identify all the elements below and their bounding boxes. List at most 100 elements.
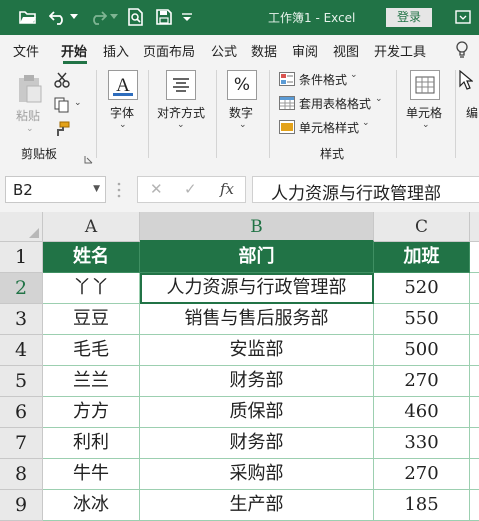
name-box[interactable]: B2 ▼ — [5, 176, 106, 203]
cell-b5[interactable]: 财务部 — [140, 366, 374, 397]
undo-icon[interactable] — [48, 6, 68, 28]
cell-d5[interactable] — [470, 366, 479, 397]
cell-d6[interactable] — [470, 397, 479, 428]
login-button[interactable]: 登录 — [386, 8, 432, 27]
table-format-dropdown-icon[interactable]: ⌄ — [375, 94, 383, 104]
row-header-2[interactable]: 2 — [0, 273, 43, 304]
row-header-6[interactable]: 6 — [0, 397, 43, 428]
column-header-c[interactable]: C — [374, 212, 470, 242]
cell-c2[interactable]: 520 — [374, 273, 470, 304]
cell-c6[interactable]: 460 — [374, 397, 470, 428]
cells-dropdown-icon[interactable]: ⌄ — [422, 120, 430, 130]
insert-function-icon[interactable]: fx — [220, 180, 234, 198]
lightbulb-icon[interactable] — [455, 41, 469, 63]
cell-a6[interactable]: 方方 — [43, 397, 140, 428]
formula-input[interactable]: 人力资源与行政管理部 — [252, 176, 479, 204]
table-format-icon[interactable] — [279, 95, 295, 114]
row-header-3[interactable]: 3 — [0, 304, 43, 335]
enter-icon[interactable]: ✓ — [184, 180, 197, 198]
cell-b2[interactable]: 人力资源与行政管理部 — [140, 273, 374, 304]
cell-a8[interactable]: 牛牛 — [43, 459, 140, 490]
paste-icon[interactable] — [17, 74, 43, 108]
select-all-button[interactable] — [0, 212, 43, 242]
paste-dropdown-icon[interactable]: ⌄ — [26, 124, 34, 134]
cell-d2[interactable] — [470, 273, 479, 304]
cell-b3[interactable]: 销售与售后服务部 — [140, 304, 374, 335]
conditional-format-dropdown-icon[interactable]: ⌄ — [350, 70, 358, 80]
tab-home[interactable]: 开始 — [61, 41, 87, 60]
conditional-format-button[interactable]: 条件格式 — [299, 71, 347, 88]
cell-styles-icon[interactable] — [279, 119, 295, 138]
tab-formulas[interactable]: 公式 — [211, 41, 237, 60]
format-painter-icon[interactable] — [54, 121, 70, 141]
cell-styles-dropdown-icon[interactable]: ⌄ — [362, 118, 370, 128]
tab-page-layout[interactable]: 页面布局 — [143, 41, 195, 60]
name-box-dropdown-icon[interactable]: ▼ — [93, 184, 100, 194]
cell-a1[interactable]: 姓名 — [43, 242, 140, 273]
cell-d8[interactable] — [470, 459, 479, 490]
number-label[interactable]: 数字 — [229, 104, 253, 121]
conditional-format-icon[interactable] — [279, 71, 295, 90]
tab-data[interactable]: 数据 — [251, 41, 277, 60]
cell-b8[interactable]: 采购部 — [140, 459, 374, 490]
cell-a7[interactable]: 利利 — [43, 428, 140, 459]
row-header-8[interactable]: 8 — [0, 459, 43, 490]
cell-c9[interactable]: 185 — [374, 490, 470, 521]
cut-icon[interactable] — [54, 72, 70, 92]
alignment-label[interactable]: 对齐方式 — [157, 104, 205, 121]
print-preview-icon[interactable] — [125, 6, 147, 28]
cell-styles-button[interactable]: 单元格样式 — [299, 119, 359, 136]
cell-c1[interactable]: 加班 — [374, 242, 470, 273]
cell-c3[interactable]: 550 — [374, 304, 470, 335]
customize-dropdown-icon[interactable] — [180, 6, 194, 28]
cancel-icon[interactable]: ✕ — [150, 180, 163, 198]
cell-b6[interactable]: 质保部 — [140, 397, 374, 428]
cells-label[interactable]: 单元格 — [406, 104, 442, 121]
column-header-b[interactable]: B — [140, 212, 374, 242]
cell-d4[interactable] — [470, 335, 479, 366]
number-dropdown-icon[interactable]: ⌄ — [239, 120, 247, 130]
row-header-9[interactable]: 9 — [0, 490, 43, 521]
save-icon[interactable] — [153, 6, 175, 28]
cell-c7[interactable]: 330 — [374, 428, 470, 459]
redo-dropdown-icon[interactable] — [109, 6, 119, 28]
column-header-a[interactable]: A — [43, 212, 140, 242]
cell-a2[interactable]: 丫丫 — [43, 273, 140, 304]
tab-view[interactable]: 视图 — [333, 41, 359, 60]
tab-developer[interactable]: 开发工具 — [374, 41, 426, 60]
copy-dropdown-icon[interactable]: ⌄ — [74, 98, 82, 108]
alignment-icon[interactable] — [166, 70, 196, 100]
copy-icon[interactable] — [54, 97, 70, 117]
column-header-d[interactable] — [470, 212, 479, 242]
cell-b7[interactable]: 财务部 — [140, 428, 374, 459]
cell-b1[interactable]: 部门 — [140, 242, 374, 273]
cells-icon[interactable] — [410, 70, 440, 100]
cell-b4[interactable]: 安监部 — [140, 335, 374, 366]
font-dropdown-icon[interactable]: ⌄ — [119, 120, 127, 130]
tab-review[interactable]: 审阅 — [292, 41, 318, 60]
row-header-1[interactable]: 1 — [0, 242, 43, 273]
cell-d3[interactable] — [470, 304, 479, 335]
tab-insert[interactable]: 插入 — [103, 41, 129, 60]
row-header-5[interactable]: 5 — [0, 366, 43, 397]
number-format-icon[interactable]: % — [227, 70, 257, 100]
tab-file[interactable]: 文件 — [13, 41, 39, 60]
cell-c8[interactable]: 270 — [374, 459, 470, 490]
cell-a5[interactable]: 兰兰 — [43, 366, 140, 397]
alignment-dropdown-icon[interactable]: ⌄ — [177, 120, 185, 130]
font-label[interactable]: 字体 — [110, 104, 134, 121]
ribbon-display-icon[interactable] — [452, 6, 474, 28]
cell-d7[interactable] — [470, 428, 479, 459]
table-format-button[interactable]: 套用表格格式 — [299, 95, 371, 112]
editing-label[interactable]: 编 — [466, 104, 478, 121]
row-header-4[interactable]: 4 — [0, 335, 43, 366]
undo-dropdown-icon[interactable] — [69, 6, 79, 28]
font-icon[interactable]: A — [108, 70, 138, 100]
redo-icon[interactable] — [88, 6, 108, 28]
cell-d1[interactable] — [470, 242, 479, 273]
folder-open-icon[interactable] — [17, 6, 39, 28]
cell-b9[interactable]: 生产部 — [140, 490, 374, 521]
cell-a9[interactable]: 冰冰 — [43, 490, 140, 521]
row-header-7[interactable]: 7 — [0, 428, 43, 459]
cell-d9[interactable] — [470, 490, 479, 521]
